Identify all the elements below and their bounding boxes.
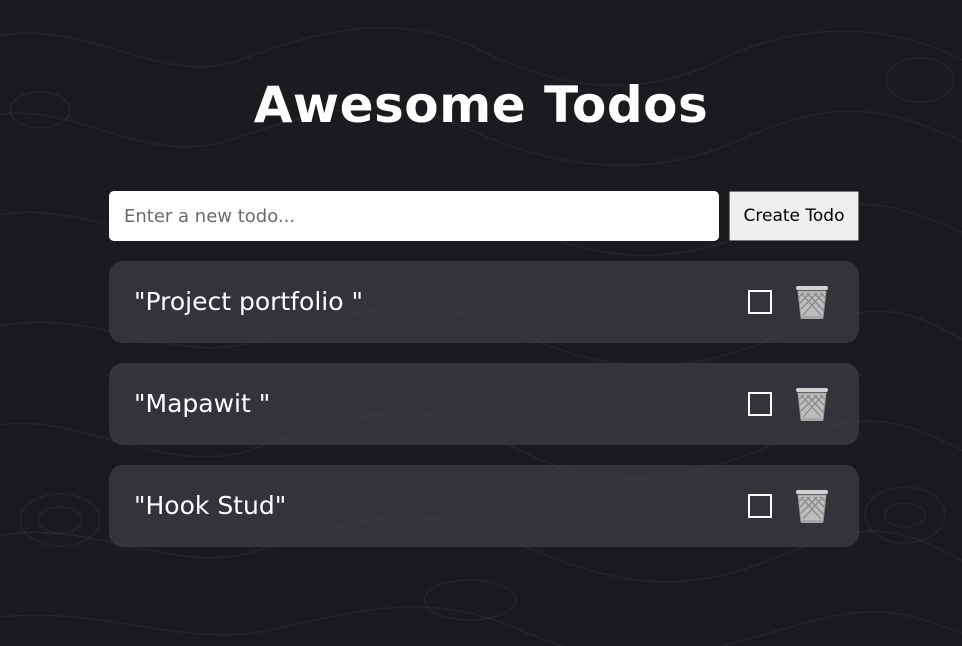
todo-item: "Hook Stud" [109, 465, 859, 547]
new-todo-form: Create Todo [109, 191, 859, 241]
todo-text: "Hook Stud" [134, 491, 287, 520]
create-todo-button[interactable]: Create Todo [729, 191, 859, 241]
page-title: Awesome Todos [253, 76, 709, 134]
trash-icon[interactable] [795, 488, 829, 524]
trash-icon[interactable] [795, 386, 829, 422]
todo-text: "Mapawit " [134, 389, 271, 418]
todo-list: "Project portfolio " "Mapawit " "Hook St… [109, 261, 859, 567]
complete-checkbox-icon[interactable] [748, 290, 772, 314]
new-todo-input[interactable] [109, 191, 719, 241]
todo-item: "Mapawit " [109, 363, 859, 445]
todo-item: "Project portfolio " [109, 261, 859, 343]
todo-text: "Project portfolio " [134, 287, 363, 316]
complete-checkbox-icon[interactable] [748, 392, 772, 416]
todo-app: Awesome Todos Create Todo "Project portf… [0, 0, 962, 646]
complete-checkbox-icon[interactable] [748, 494, 772, 518]
trash-icon[interactable] [795, 284, 829, 320]
